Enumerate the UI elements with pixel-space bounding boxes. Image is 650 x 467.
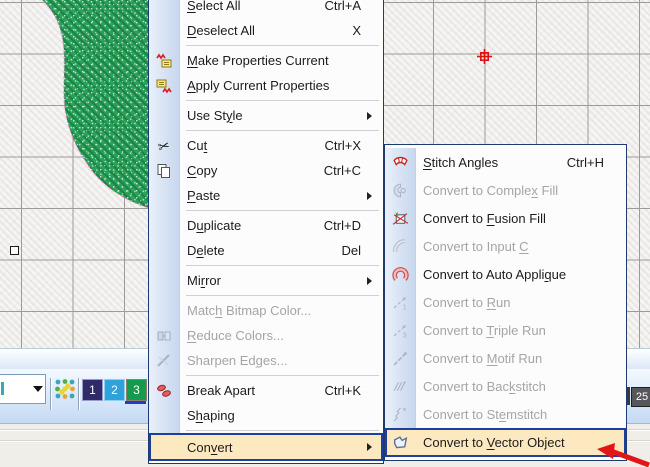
embroidery-object-green-fill[interactable] (0, 0, 152, 218)
fabric-combobox[interactable] (0, 374, 46, 404)
stitch-angles-icon (392, 156, 408, 166)
menu-separator (149, 43, 383, 48)
vector-object-icon (393, 436, 407, 449)
red-annotation-arrow (597, 443, 650, 467)
menu-item-shaping[interactable]: Shaping (149, 403, 383, 428)
submenu-item-convert-to-complex-fill: Convert to Complex Fill (385, 176, 626, 204)
menu-item-duplicate[interactable]: Duplicate Ctrl+D (149, 213, 383, 238)
palette-chip-3-selected[interactable]: 3 (126, 379, 147, 401)
menu-separator (149, 98, 383, 103)
design-origin-crosshair-marker (477, 49, 492, 64)
menu-separator (149, 373, 383, 378)
submenu-item-convert-to-run: 1 Convert to Run (385, 288, 626, 316)
menu-item-cut[interactable]: ✂ Cut Ctrl+X (149, 133, 383, 158)
menu-item-match-bitmap-color: Match Bitmap Color... (149, 298, 383, 323)
submenu-arrow-icon (367, 277, 383, 285)
submenu-arrow-icon (367, 192, 383, 200)
run-icon: 1 (393, 296, 406, 311)
mix-thread-colors-icon[interactable] (54, 378, 76, 400)
submenu-item-convert-to-auto-applique[interactable]: Convert to Auto Applique (385, 260, 626, 288)
svg-text:3: 3 (402, 330, 406, 339)
combobox-partial-content (1, 382, 4, 395)
menu-item-mirror[interactable]: Mirror (149, 268, 383, 293)
reduce-colors-icon (157, 331, 171, 340)
submenu-arrow-icon (367, 443, 383, 451)
shortcut-label: Ctrl+H (566, 154, 604, 170)
svg-text:1: 1 (402, 302, 406, 311)
toolbar-separator (50, 378, 51, 410)
menu-item-sharpen-edges: Sharpen Edges... (149, 348, 383, 373)
menu-item-convert[interactable]: Convert (149, 433, 383, 461)
menu-item-paste[interactable]: Paste (149, 183, 383, 208)
copy-icon (157, 163, 170, 178)
make-properties-current-icon (156, 53, 172, 67)
menu-item-delete[interactable]: Delete Del (149, 238, 383, 263)
palette-chip-25[interactable]: 25 (631, 387, 650, 407)
apply-current-properties-icon (156, 79, 172, 93)
menu-item-select-all[interactable]: Select All Ctrl+A (149, 0, 383, 18)
input-c-icon (392, 238, 405, 252)
menu-item-deselect-all[interactable]: Deselect All X (149, 18, 383, 43)
stemstitch-icon (393, 407, 406, 421)
selected-chip-underline (125, 401, 146, 404)
submenu-item-stitch-angles[interactable]: Stitch Angles Ctrl+H (385, 148, 626, 176)
menu-item-make-properties-current[interactable]: Make Properties Current (149, 48, 383, 73)
submenu-item-convert-to-fusion-fill[interactable]: Convert to Fusion Fill (385, 204, 626, 232)
submenu-item-convert-to-stemstitch: Convert to Stemstitch (385, 400, 626, 428)
menu-separator (149, 128, 383, 133)
submenu-item-convert-to-vector-object[interactable]: Convert to Vector Object (385, 428, 626, 457)
menu-separator (149, 263, 383, 268)
menu-item-apply-current-properties[interactable]: Apply Current Properties (149, 73, 383, 98)
menu-separator (149, 293, 383, 298)
submenu-item-convert-to-input-c: Convert to Input C (385, 232, 626, 260)
menu-item-copy[interactable]: Copy Ctrl+C (149, 158, 383, 183)
shortcut-label: X (352, 23, 361, 38)
combobox-dropdown-arrow-icon[interactable] (30, 376, 45, 402)
backstitch-icon (393, 380, 406, 391)
selection-handle[interactable] (10, 246, 19, 255)
submenu-item-convert-to-motif-run: Convert to Motif Run (385, 344, 626, 372)
scissors-icon: ✂ (156, 136, 172, 155)
app-window: { "colors": { "menu_highlight_bg": "#fde… (0, 0, 650, 467)
menu-item-break-apart[interactable]: Break Apart Ctrl+K (149, 378, 383, 403)
palette-chip-2[interactable]: 2 (104, 379, 125, 401)
submenu-item-convert-to-backstitch: Convert to Backstitch (385, 372, 626, 400)
menu-item-reduce-colors: Reduce Colors... (149, 323, 383, 348)
complex-fill-icon (393, 183, 406, 197)
triple-run-icon: 3 (393, 324, 406, 339)
context-menu: Select All Ctrl+A Deselect All X Make Pr… (148, 0, 384, 464)
convert-submenu: Stitch Angles Ctrl+H Convert to Complex … (384, 144, 627, 461)
auto-applique-icon (391, 266, 409, 281)
fusion-fill-icon (392, 210, 408, 225)
break-apart-icon (157, 384, 171, 397)
toolbar-separator (78, 378, 79, 410)
palette-chip-partial[interactable] (627, 387, 630, 405)
palette-chip-1[interactable]: 1 (82, 379, 103, 401)
shortcut-label: Ctrl+A (324, 0, 361, 13)
menu-separator (149, 208, 383, 213)
menu-item-use-style[interactable]: Use Style (149, 103, 383, 128)
menu-separator (149, 428, 383, 433)
sharpen-edges-icon (157, 353, 170, 367)
submenu-item-convert-to-triple-run: 3 Convert to Triple Run (385, 316, 626, 344)
submenu-arrow-icon (367, 112, 383, 120)
motif-run-icon (393, 351, 407, 365)
